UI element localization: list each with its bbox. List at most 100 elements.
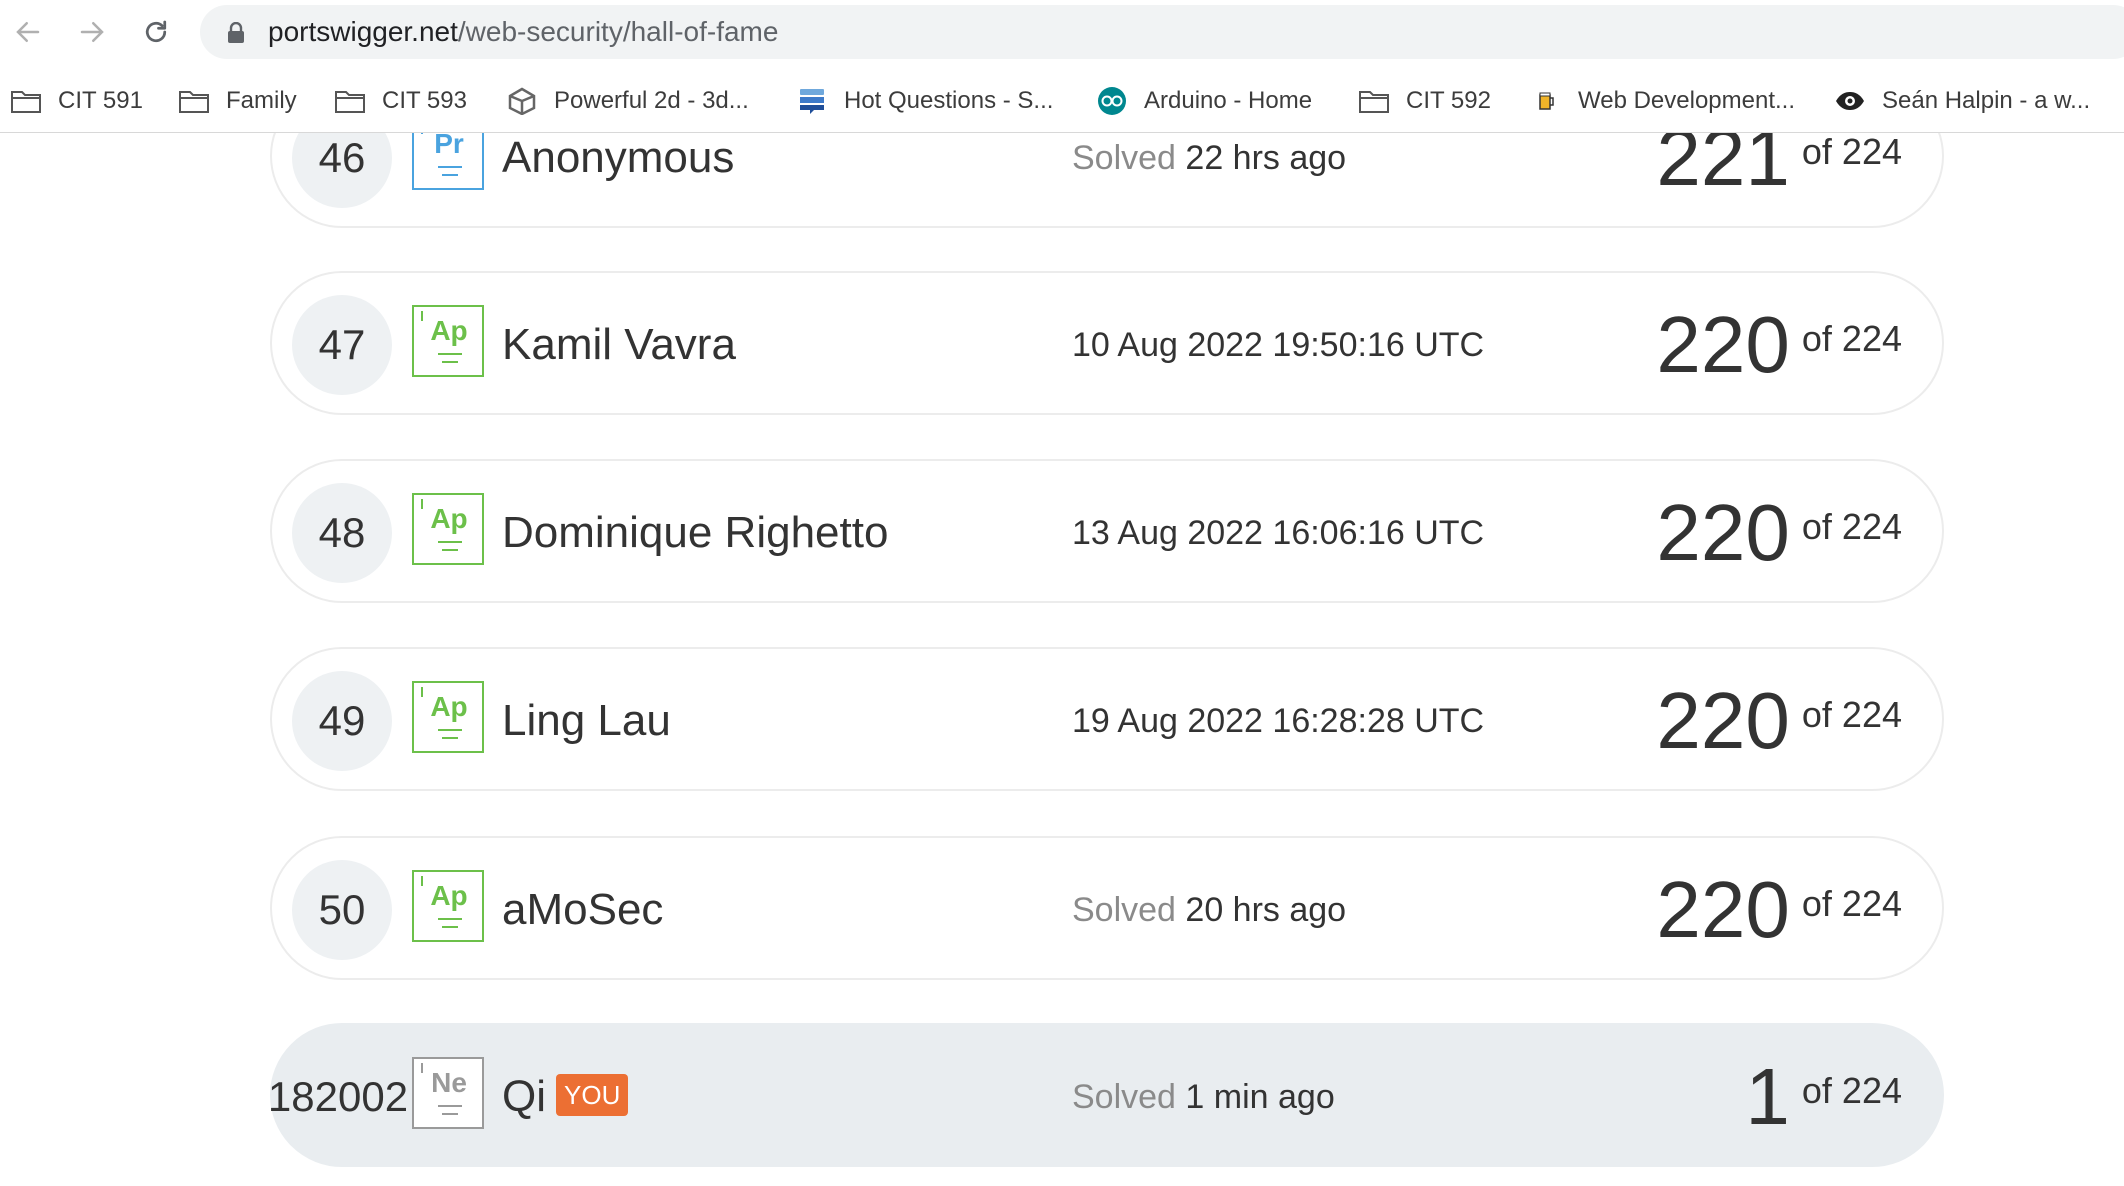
rank-number: 50 [292,860,392,960]
bookmark-cit-592[interactable]: CIT 592 [1358,78,1491,124]
leaderboard-row: 49 Ap Ling Lau 19 Aug 2022 16:28:28 UTC … [270,647,1944,791]
unity-icon [506,87,538,115]
forward-button[interactable] [70,10,114,54]
bookmark-family[interactable]: Family [178,78,297,124]
user-name[interactable]: Dominique Righetto [502,461,888,605]
bookmark-arduino[interactable]: Arduino - Home [1096,78,1312,124]
solved-date: Solved 1 min ago [1072,1025,1335,1169]
hall-of-fame-board: 46 Pr Anonymous Solved 22 hrs ago 221 of … [0,0,2124,1186]
solved-label: Solved [1072,139,1176,177]
score-total: of 224 [1801,1070,1902,1111]
share-icon[interactable] [2118,17,2124,47]
folder-icon [10,87,42,115]
score-value: 220 [1656,865,1790,954]
reload-icon [145,20,167,43]
bookmark-label: CIT 591 [58,87,143,114]
score-total: of 224 [1801,318,1902,359]
browser-toolbar: portswigger.net/web-security/hall-of-fam… [0,0,2124,64]
solved-date: 19 Aug 2022 16:28:28 UTC [1072,649,1484,793]
level-badge-icon: Ap [412,681,484,753]
rank-number: 48 [292,483,392,583]
rank-number: 182002 [267,1073,409,1120]
arrow-left-icon [16,22,40,42]
eye-icon [1834,87,1866,115]
score: 1 of 224 [1745,1025,1902,1169]
url-path: /web-security/hall-of-fame [457,16,779,47]
solved-date: 10 Aug 2022 19:50:16 UTC [1072,273,1484,417]
level-badge-icon: Ap [412,305,484,377]
bookmark-label: Family [226,87,297,114]
score: 220 of 224 [1656,649,1902,793]
solved-time: 20 hrs ago [1185,891,1347,929]
score-value: 1 [1745,1052,1790,1141]
solved-time: 22 hrs ago [1185,139,1347,177]
bookmark-label: Powerful 2d - 3d... [554,87,749,114]
bookmark-label: CIT 593 [382,87,467,114]
beer-icon [1530,87,1562,115]
solved-time: 10 Aug 2022 19:50:16 UTC [1072,326,1485,364]
solved-time: 13 Aug 2022 16:06:16 UTC [1072,514,1485,552]
bookmark-label: Seán Halpin - a w... [1882,87,2091,114]
you-badge: YOU [556,1074,629,1117]
bookmark-label: CIT 592 [1406,87,1491,114]
user-name[interactable]: Ling Lau [502,649,671,793]
user-name[interactable]: Kamil Vavra [502,273,736,417]
stack-exchange-icon [796,87,828,115]
badge-symbol: Ap [430,503,468,534]
bookmark-sean-halpin[interactable]: Seán Halpin - a w... [1834,78,2090,124]
badge-symbol: Ap [430,315,468,346]
score-value: 220 [1656,488,1790,577]
bookmark-label: Hot Questions - S... [844,87,1054,114]
score-total: of 224 [1801,694,1902,735]
score-value: 220 [1656,300,1790,389]
lock-icon [228,22,244,43]
score-value: 220 [1656,676,1790,765]
solved-date: Solved 20 hrs ago [1072,838,1346,982]
folder-icon [334,87,366,115]
badge-symbol: Ap [430,691,468,722]
bookmark-web-development[interactable]: Web Development... [1530,78,1795,124]
leaderboard-row: 47 Ap Kamil Vavra 10 Aug 2022 19:50:16 U… [270,271,1944,415]
score-total: of 224 [1801,883,1902,924]
folder-icon [1358,87,1390,115]
solved-time: 19 Aug 2022 16:28:28 UTC [1072,702,1485,740]
bookmarks-bar: CIT 591 Family CIT 593 Powerful 2d - 3d.… [0,78,2124,124]
score-total: of 224 [1801,131,1902,172]
bookmark-label: Web Development... [1578,87,1795,114]
bookmark-hot-questions[interactable]: Hot Questions - S... [796,78,1053,124]
browser-chrome: portswigger.net/web-security/hall-of-fam… [0,0,2124,133]
level-badge-icon: Ap [412,870,484,942]
score: 220 of 224 [1656,838,1902,982]
bookmark-label: Arduino - Home [1144,87,1313,114]
level-badge-icon: Ap [412,493,484,565]
solved-label: Solved [1072,1078,1176,1116]
leaderboard-row: 50 Ap aMoSec Solved 20 hrs ago 220 of 224 [270,836,1944,980]
solved-date: 13 Aug 2022 16:06:16 UTC [1072,461,1484,605]
user-name[interactable]: Qi YOU [502,1025,629,1169]
back-button[interactable] [6,10,50,54]
bookmark-cit-593[interactable]: CIT 593 [334,78,467,124]
url-host: portswigger.net [268,16,458,47]
rank-number: 49 [292,671,392,771]
score: 220 of 224 [1656,273,1902,417]
score: 220 of 224 [1656,461,1902,605]
solved-time: 1 min ago [1185,1078,1335,1116]
user-name-text: Qi [502,1072,546,1121]
leaderboard-row-current-user: 182002 Ne Qi YOU Solved 1 min ago 1 of 224 [267,1023,1944,1169]
folder-icon [178,87,210,115]
level-badge-icon: Ne [412,1057,484,1129]
rank-number: 47 [292,295,392,395]
bookmark-cit-591[interactable]: CIT 591 [10,78,143,124]
address-bar[interactable]: portswigger.net/web-security/hall-of-fam… [200,5,2124,59]
badge-symbol: Ap [430,880,468,911]
score-total: of 224 [1801,506,1902,547]
solved-label: Solved [1072,891,1176,929]
bookmark-unity[interactable]: Powerful 2d - 3d... [506,78,749,124]
leaderboard-row: 48 Ap Dominique Righetto 13 Aug 2022 16:… [270,459,1944,603]
user-name[interactable]: aMoSec [502,838,663,982]
reload-button[interactable] [134,10,178,54]
arrow-right-icon [80,22,104,42]
badge-symbol: Ne [431,1067,467,1098]
arduino-icon [1096,87,1128,115]
url-text: portswigger.net/web-security/hall-of-fam… [268,5,778,59]
